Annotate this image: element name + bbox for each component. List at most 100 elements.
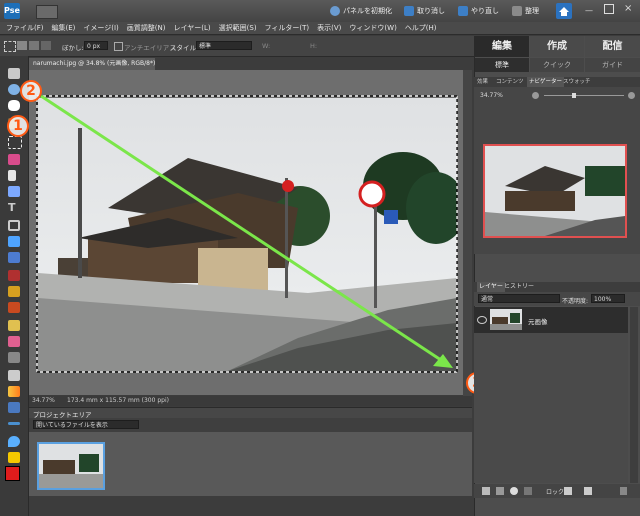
layer-thumbnail xyxy=(490,309,522,330)
tab-layers[interactable]: レイヤー xyxy=(477,282,505,292)
marquee-option-icon[interactable] xyxy=(4,41,16,52)
lock-all-icon[interactable] xyxy=(584,487,592,495)
document-tab[interactable]: narumachi.jpg @ 34.8% (元画像, RGB/8*) × xyxy=(29,58,155,70)
tab-effects[interactable]: 効果 xyxy=(477,77,488,87)
tab-share[interactable]: 配信 xyxy=(585,36,640,57)
menu-enhance[interactable]: 画質調整(N) xyxy=(127,23,166,33)
marquee-tool-icon[interactable] xyxy=(8,136,22,149)
zoom-slider[interactable] xyxy=(544,95,624,96)
layers-tabs: レイヤー ヒストリー xyxy=(474,282,640,292)
redo-icon xyxy=(458,6,468,16)
magic-wand-icon[interactable] xyxy=(8,170,16,181)
hand-tool-icon[interactable] xyxy=(8,100,20,111)
zoom-in-icon[interactable] xyxy=(628,92,635,99)
layer-options: 通常 不透明度: 100% xyxy=(474,292,640,306)
menu-image[interactable]: イメージ(I) xyxy=(83,23,118,33)
menu-file[interactable]: ファイル(F) xyxy=(6,23,44,33)
tab-edit[interactable]: 編集 xyxy=(475,36,529,57)
paint-bucket-icon[interactable] xyxy=(8,402,20,413)
eraser-tool-icon[interactable] xyxy=(8,336,20,347)
top-bar: Pse パネルを初期化 取り消し やり直し 整理 — × xyxy=(0,0,640,23)
line-tool-icon[interactable] xyxy=(8,422,20,425)
annotation-marker-1: 1 xyxy=(7,115,29,137)
adjustment-layer-icon[interactable] xyxy=(496,487,504,495)
new-selection-icon[interactable] xyxy=(17,41,27,50)
layers-scrollbar[interactable] xyxy=(630,307,638,483)
lasso-tool-icon[interactable] xyxy=(8,154,20,165)
document-info[interactable]: 173.4 mm x 115.57 mm (300 ppi) xyxy=(67,397,169,404)
menu-help[interactable]: ヘルプ(H) xyxy=(405,23,437,33)
move-tool-icon[interactable] xyxy=(8,68,20,79)
zoom-out-icon[interactable] xyxy=(532,92,539,99)
reset-panels-button[interactable]: パネルを初期化 xyxy=(330,5,392,17)
navigator-thumbnail[interactable] xyxy=(483,144,627,238)
layer-row[interactable]: 元画像 xyxy=(474,307,628,333)
height-label: H: xyxy=(310,42,318,50)
minimize-button[interactable]: — xyxy=(585,6,593,15)
recompose-tool-icon[interactable] xyxy=(8,236,20,247)
home-icon[interactable] xyxy=(556,3,572,19)
tab-content[interactable]: コンテンツ xyxy=(496,77,524,87)
brush-tool-icon[interactable] xyxy=(8,320,20,331)
foreground-color-swatch[interactable] xyxy=(5,466,20,481)
maximize-button[interactable] xyxy=(604,4,614,14)
close-button[interactable]: × xyxy=(624,3,632,14)
new-layer-icon[interactable] xyxy=(482,487,490,495)
red-eye-tool-icon[interactable] xyxy=(8,270,20,281)
quick-select-icon[interactable] xyxy=(8,186,20,197)
tab-guided[interactable]: ガイド xyxy=(585,58,640,72)
lock-icon[interactable] xyxy=(564,487,572,495)
trash-icon[interactable] xyxy=(620,487,627,495)
blur-tool-icon[interactable] xyxy=(8,436,20,447)
zoom-readout: 34.77% xyxy=(32,397,55,404)
tab-create[interactable]: 作成 xyxy=(530,36,584,57)
style-label: スタイル: xyxy=(170,44,199,52)
add-selection-icon[interactable] xyxy=(29,41,39,50)
menu-bar: ファイル(F) 編集(E) イメージ(I) 画質調整(N) レイヤー(L) 選択… xyxy=(0,22,640,35)
menu-select[interactable]: 選択範囲(S) xyxy=(219,23,257,33)
mode-icon[interactable] xyxy=(36,5,58,19)
menu-layer[interactable]: レイヤー(L) xyxy=(173,23,210,33)
menu-window[interactable]: ウィンドウ(W) xyxy=(349,23,396,33)
organize-button[interactable]: 整理 xyxy=(512,5,539,17)
antialias-label: アンチエイリアス xyxy=(124,44,176,52)
tab-swatches[interactable]: スウォッチ xyxy=(563,77,591,87)
opacity-label: 不透明度: xyxy=(562,298,589,305)
zoom-tool-icon[interactable] xyxy=(8,84,20,95)
zoom-slider-thumb[interactable] xyxy=(572,93,576,98)
text-tool-icon[interactable]: T xyxy=(8,202,20,213)
menu-edit[interactable]: 編集(E) xyxy=(52,23,76,33)
undo-icon xyxy=(404,6,414,16)
project-thumbnail[interactable] xyxy=(37,442,105,490)
antialias-checkbox[interactable] xyxy=(114,42,123,51)
tab-standard[interactable]: 標準 xyxy=(475,58,529,72)
clone-stamp-icon[interactable] xyxy=(8,302,20,313)
tab-history[interactable]: ヒストリー xyxy=(504,282,534,292)
crop-tool-icon[interactable] xyxy=(8,220,20,231)
cookie-cutter-icon[interactable] xyxy=(8,252,20,263)
feather-input[interactable]: 0 px xyxy=(84,41,108,50)
smart-brush-icon[interactable] xyxy=(8,370,20,381)
style-dropdown[interactable]: 標準 xyxy=(196,41,252,50)
layer-actions: ロック: xyxy=(474,484,640,498)
undo-button[interactable]: 取り消し xyxy=(404,5,445,17)
opacity-input[interactable]: 100% xyxy=(591,294,625,303)
menu-view[interactable]: 表示(V) xyxy=(317,23,341,33)
status-bar: 34.77% 173.4 mm x 115.57 mm (300 ppi) xyxy=(29,396,472,406)
sponge-tool-icon[interactable] xyxy=(8,452,20,463)
mask-icon[interactable] xyxy=(510,487,518,495)
pencil-tool-icon[interactable] xyxy=(8,352,20,363)
healing-brush-icon[interactable] xyxy=(8,286,20,297)
link-icon[interactable] xyxy=(524,487,532,495)
subtract-selection-icon[interactable] xyxy=(41,41,51,50)
menu-filter[interactable]: フィルター(T) xyxy=(265,23,310,33)
eye-icon[interactable] xyxy=(477,316,487,324)
blend-mode-dropdown[interactable]: 通常 xyxy=(478,294,560,303)
project-show-dropdown[interactable]: 開いているファイルを表示 xyxy=(33,420,139,429)
annotation-marker-2: 2 xyxy=(20,80,42,102)
tab-quick[interactable]: クイック xyxy=(530,58,584,72)
tab-navigator[interactable]: ナビゲーター xyxy=(527,77,565,87)
navigator-zoom: 34.77% xyxy=(480,92,503,99)
redo-button[interactable]: やり直し xyxy=(458,5,499,17)
gradient-tool-icon[interactable] xyxy=(8,386,20,397)
